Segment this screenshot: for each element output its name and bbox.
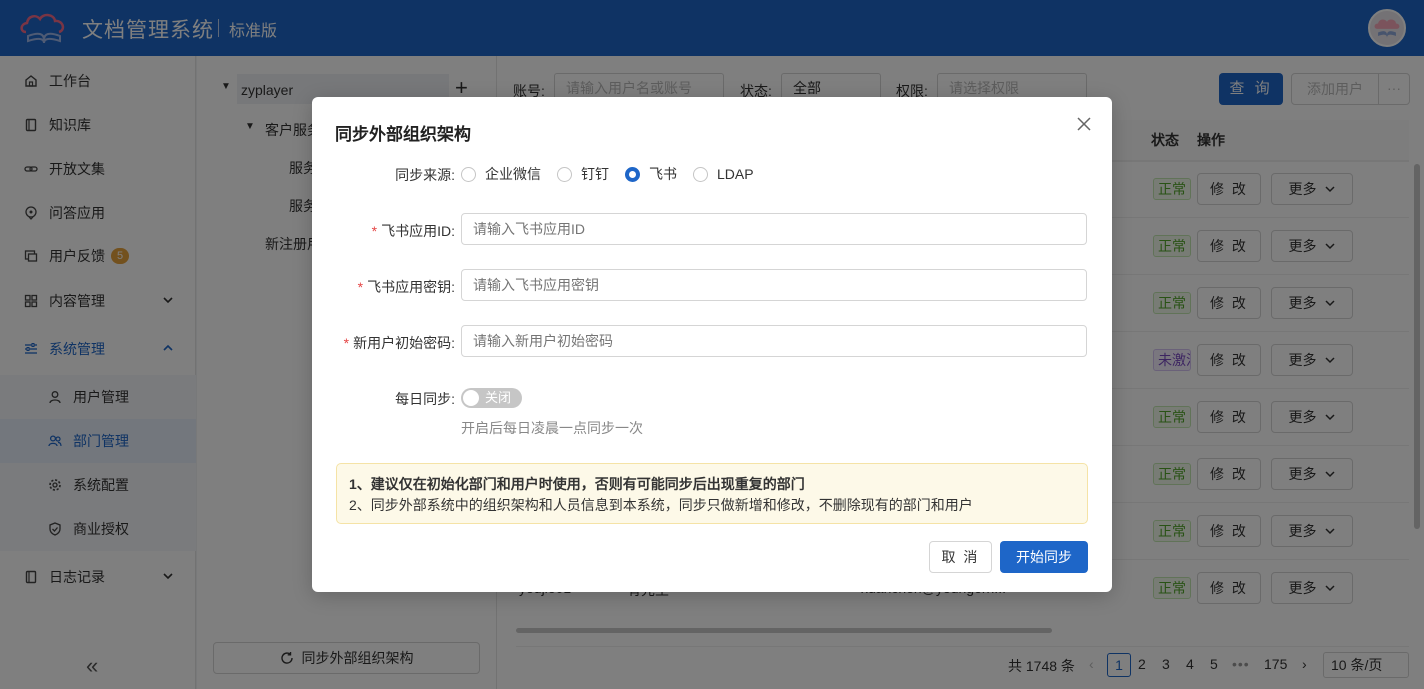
init-password-input[interactable]	[461, 325, 1087, 357]
radio-feishu[interactable]: 飞书	[625, 164, 677, 184]
radio-ldap[interactable]: LDAP	[693, 166, 754, 182]
radio-label: 钉钉	[581, 166, 609, 182]
notice-line-2: 2、同步外部系统中的组织架构和人员信息到本系统，同步只做新增和修改，不删除现有的…	[349, 497, 973, 513]
sync-org-dialog: 同步外部组织架构 同步来源: 企业微信 钉钉 飞书 LDAP * 飞书应用ID: …	[312, 97, 1112, 592]
notice-line-1: 1、建议仅在初始化部门和用户时使用，否则有可能同步后出现重复的部门	[349, 476, 805, 492]
source-radio-group: 企业微信 钉钉 飞书 LDAP	[461, 164, 770, 184]
dialog-title: 同步外部组织架构	[335, 125, 471, 144]
start-sync-button[interactable]: 开始同步	[1000, 541, 1088, 573]
source-label: 同步来源:	[395, 167, 455, 183]
radio-circle	[461, 166, 476, 182]
radio-dingtalk[interactable]: 钉钉	[557, 164, 609, 184]
init-password-label: * 新用户初始密码:	[343, 335, 455, 351]
close-icon[interactable]	[1076, 116, 1092, 132]
daily-sync-label: 每日同步:	[395, 391, 455, 407]
radio-label: 飞书	[649, 166, 677, 182]
daily-sync-toggle[interactable]: 关闭	[461, 388, 522, 408]
radio-circle	[693, 166, 708, 182]
app-id-label: * 飞书应用ID:	[371, 223, 455, 239]
sync-notice-alert: 1、建议仅在初始化部门和用户时使用，否则有可能同步后出现重复的部门 2、同步外部…	[336, 463, 1088, 524]
toggle-label: 关闭	[485, 390, 512, 405]
daily-sync-hint: 开启后每日凌晨一点同步一次	[461, 420, 643, 436]
radio-label: LDAP	[717, 166, 754, 182]
app-id-input[interactable]	[461, 213, 1087, 245]
radio-label: 企业微信	[485, 166, 541, 182]
app-secret-input[interactable]	[461, 269, 1087, 301]
cancel-button[interactable]: 取 消	[929, 541, 992, 573]
toggle-knob	[463, 390, 479, 406]
app-secret-label: * 飞书应用密钥:	[357, 279, 455, 295]
radio-circle	[557, 166, 572, 182]
radio-circle-checked	[625, 166, 640, 182]
radio-wecom[interactable]: 企业微信	[461, 164, 541, 184]
